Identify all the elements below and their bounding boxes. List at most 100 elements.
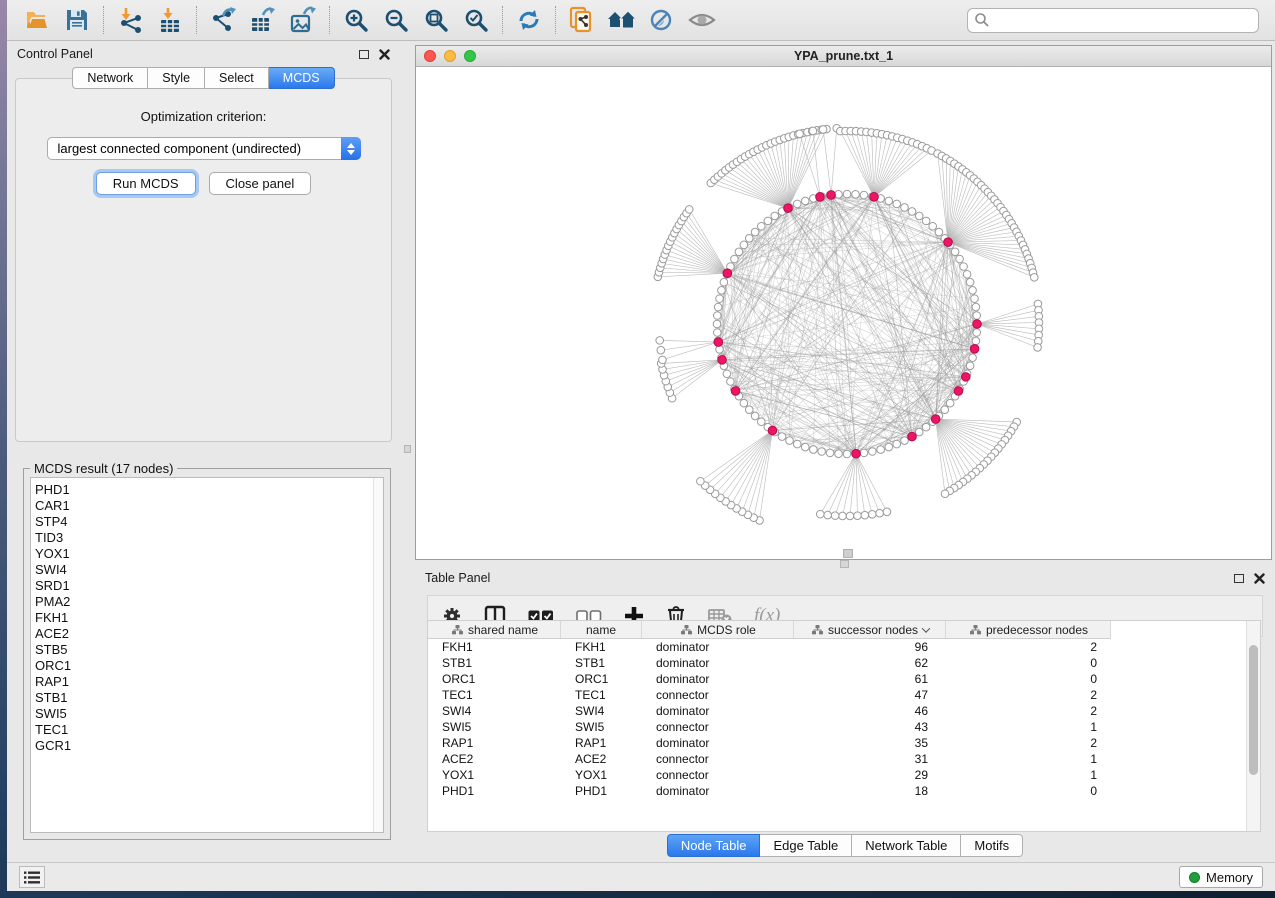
cell-successor-nodes: 96 [794,639,946,655]
column-header-mcds-role[interactable]: MCDS role [642,621,794,639]
open-folder-icon[interactable] [17,4,57,36]
new-network-from-selection-icon[interactable] [562,4,602,36]
table-row[interactable]: ORC1ORC1dominator610 [428,671,1260,687]
mcds-result-item[interactable]: STB5 [35,642,383,658]
mcds-result-item[interactable]: TID3 [35,530,383,546]
zoom-fit-selected-icon[interactable] [456,4,496,36]
network-window-titlebar[interactable]: YPA_prune.txt_1 [416,46,1271,67]
mcds-result-item[interactable]: YOX1 [35,546,383,562]
close-icon[interactable] [1254,573,1265,584]
splitter-grip[interactable] [404,445,411,453]
cell-shared-name: RAP1 [428,735,561,751]
table-scrollbar[interactable] [1246,621,1260,831]
vertical-splitter[interactable] [400,41,415,862]
table-header-row: shared namenameMCDS role successor nodes p… [428,621,1260,639]
cell-shared-name: YOX1 [428,767,561,783]
table-row[interactable]: ACE2ACE2connector311 [428,751,1260,767]
hide-graphics-details-icon[interactable] [642,4,682,36]
mcds-result-item[interactable]: ORC1 [35,658,383,674]
float-icon[interactable] [1234,574,1244,583]
table-row[interactable]: STB1STB1dominator620 [428,655,1260,671]
column-header-shared-name[interactable]: shared name [428,621,561,639]
zoom-in-icon[interactable] [336,4,376,36]
table-row[interactable]: RAP1RAP1dominator352 [428,735,1260,751]
cell-successor-nodes: 46 [794,703,946,719]
search-icon [974,12,990,28]
mcds-result-item[interactable]: PMA2 [35,594,383,610]
mcds-list-scrollbar[interactable] [373,478,383,832]
column-type-icon [970,625,981,635]
mcds-result-item[interactable]: ACE2 [35,626,383,642]
column-label: successor nodes [828,623,918,637]
close-icon[interactable] [379,49,390,60]
mcds-result-item[interactable]: SRD1 [35,578,383,594]
table-row[interactable]: SWI5SWI5connector431 [428,719,1260,735]
cell-mcds-role: connector [642,687,794,703]
apply-layout-icon[interactable] [509,4,549,36]
export-network-icon[interactable] [203,4,243,36]
cell-successor-nodes: 43 [794,719,946,735]
mcds-result-item[interactable]: TEC1 [35,722,383,738]
memory-button[interactable]: Memory [1179,866,1263,888]
cell-mcds-role: dominator [642,703,794,719]
column-header-predecessor-nodes[interactable]: predecessor nodes [946,621,1111,639]
mcds-result-item[interactable]: STP4 [35,514,383,530]
table-row[interactable]: FKH1FKH1dominator962 [428,639,1260,655]
close-panel-button[interactable]: Close panel [209,172,312,195]
table-row[interactable]: TEC1TEC1connector472 [428,687,1260,703]
mcds-result-item[interactable]: GCR1 [35,738,383,754]
tab-mcds[interactable]: MCDS [269,67,335,89]
cell-mcds-role: dominator [642,735,794,751]
save-session-icon[interactable] [57,4,97,36]
mcds-result-item[interactable]: RAP1 [35,674,383,690]
menu-list-icon[interactable] [19,866,45,888]
cell-shared-name: ORC1 [428,671,561,687]
horizontal-splitter-grip[interactable] [840,560,849,568]
cell-mcds-role: dominator [642,639,794,655]
mcds-result-list[interactable]: PHD1CAR1STP4TID3YOX1SWI4SRD1PMA2FKH1ACE2… [30,477,384,833]
import-network-icon[interactable] [110,4,150,36]
table-row[interactable]: SWI4SWI4dominator462 [428,703,1260,719]
zoom-fit-content-icon[interactable] [416,4,456,36]
network-canvas[interactable] [416,67,1271,559]
column-header-name[interactable]: name [561,621,642,639]
tab-edge-table[interactable]: Edge Table [760,834,852,857]
tab-network-table[interactable]: Network Table [852,834,961,857]
table-tabs: Node TableEdge TableNetwork TableMotifs [415,834,1275,857]
mcds-result-item[interactable]: CAR1 [35,498,383,514]
run-mcds-button[interactable]: Run MCDS [96,172,196,195]
column-type-icon [812,625,823,635]
show-graphics-details-icon[interactable] [682,4,722,36]
export-image-icon[interactable] [283,4,323,36]
tab-network[interactable]: Network [72,67,148,89]
tab-motifs[interactable]: Motifs [961,834,1023,857]
tab-node-table[interactable]: Node Table [667,834,761,857]
home-icon[interactable] [602,4,642,36]
optimization-criterion-select[interactable]: largest connected component (undirected) [47,137,361,160]
mcds-result-item[interactable]: STB1 [35,690,383,706]
mcds-result-item[interactable]: SWI4 [35,562,383,578]
mcds-panel: Optimization criterion: largest connecte… [15,78,392,442]
table-scrollbar-thumb[interactable] [1249,645,1258,775]
selected-option-label: largest connected component (undirected) [48,141,341,156]
cell-successor-nodes: 29 [794,767,946,783]
mcds-result-item[interactable]: FKH1 [35,610,383,626]
search-box[interactable] [967,8,1259,33]
mcds-result-item[interactable]: SWI5 [35,706,383,722]
cell-mcds-role: dominator [642,783,794,799]
cell-name: YOX1 [561,767,642,783]
network-hscroll-thumb[interactable] [843,549,853,558]
toolbar-separator [196,6,197,34]
export-table-icon[interactable] [243,4,283,36]
cell-mcds-role: dominator [642,671,794,687]
zoom-out-icon[interactable] [376,4,416,36]
tab-style[interactable]: Style [148,67,205,89]
search-input[interactable] [990,13,1252,28]
mcds-result-item[interactable]: PHD1 [35,482,383,498]
column-header-successor-nodes[interactable]: successor nodes [794,621,946,639]
table-row[interactable]: YOX1YOX1connector291 [428,767,1260,783]
float-icon[interactable] [359,50,369,59]
tab-select[interactable]: Select [205,67,269,89]
table-row[interactable]: PHD1PHD1dominator180 [428,783,1260,799]
import-table-icon[interactable] [150,4,190,36]
